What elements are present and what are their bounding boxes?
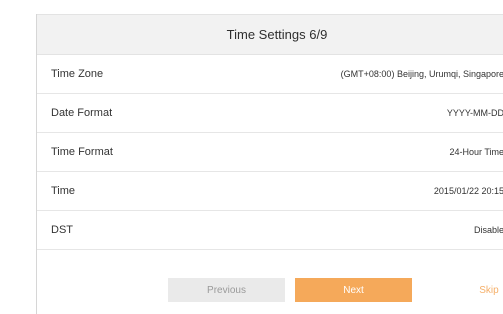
time-zone-label: Time Zone xyxy=(51,68,104,80)
time-label: Time xyxy=(51,185,76,197)
next-button[interactable]: Next xyxy=(295,278,412,302)
page-title: Time Settings 6/9 xyxy=(226,27,328,42)
previous-button[interactable]: Previous xyxy=(168,278,285,302)
time-zone-row[interactable]: Time Zone (GMT+08:00) Beijing, Urumqi, S… xyxy=(37,55,503,94)
date-format-value[interactable]: YYYY-MM-DD xyxy=(447,108,503,118)
dst-value[interactable]: Disable xyxy=(474,225,503,235)
wizard-header: Time Settings 6/9 xyxy=(37,14,503,55)
time-value[interactable]: 2015/01/22 20:15 xyxy=(434,186,503,196)
dst-label: DST xyxy=(51,224,73,236)
dst-row[interactable]: DST Disable xyxy=(37,211,503,250)
time-format-value[interactable]: 24-Hour Time xyxy=(449,147,503,157)
time-zone-value[interactable]: (GMT+08:00) Beijing, Urumqi, Singapore xyxy=(341,69,503,79)
time-format-label: Time Format xyxy=(51,146,113,158)
date-format-row[interactable]: Date Format YYYY-MM-DD xyxy=(37,94,503,133)
skip-button[interactable]: Skip xyxy=(471,278,503,302)
time-row[interactable]: Time 2015/01/22 20:15 xyxy=(37,172,503,211)
time-format-row[interactable]: Time Format 24-Hour Time xyxy=(37,133,503,172)
time-settings-panel: Time Settings 6/9 Time Zone (GMT+08:00) … xyxy=(36,14,503,314)
date-format-label: Date Format xyxy=(51,107,113,119)
wizard-footer: Previous Next Skip xyxy=(37,278,503,302)
